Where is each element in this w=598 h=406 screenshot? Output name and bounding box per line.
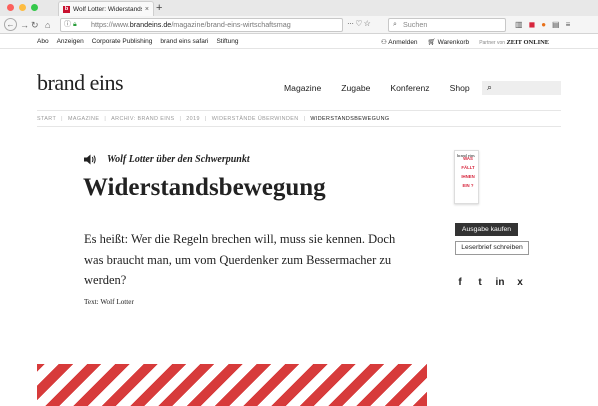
close-tab-icon[interactable]: ×: [145, 6, 149, 13]
article-lead: Es heißt: Wer die Regeln brechen will, m…: [84, 232, 396, 287]
home-icon[interactable]: ⌂: [45, 19, 50, 31]
nav-item-shop[interactable]: Shop: [450, 83, 470, 93]
breadcrumb-divider: [37, 126, 561, 127]
partner-link[interactable]: Partner von ZEIT ONLINE: [479, 39, 549, 46]
article-kicker: Wolf Lotter über den Schwerpunkt: [84, 154, 250, 165]
browser-toolbar: ← → ↻ ⌂ ⓘ 🔒︎ https://www.brandeins.de/ma…: [0, 16, 598, 34]
tab-title: Wolf Lotter: Widerstandsbewegu: [73, 5, 142, 13]
adblock-icon[interactable]: ●: [541, 19, 546, 31]
meta-account: ⚇ Anmelden 🛒︎ Warenkorb Partner von ZEIT…: [381, 38, 549, 47]
breadcrumb-year[interactable]: 2019: [186, 116, 200, 122]
info-icon[interactable]: ⓘ: [64, 19, 71, 31]
menu-icon[interactable]: ≡: [566, 19, 571, 31]
new-tab-button[interactable]: +: [156, 1, 162, 15]
site-logo[interactable]: brand eins: [37, 70, 124, 96]
partner-label: Partner von: [479, 39, 506, 46]
meta-link-anzeigen[interactable]: Anzeigen: [57, 38, 84, 45]
cart-link[interactable]: 🛒︎ Warenkorb: [428, 38, 470, 46]
reload-icon[interactable]: ↻: [31, 19, 39, 31]
login-link[interactable]: ⚇ Anmelden: [381, 38, 418, 46]
cart-label: Warenkorb: [437, 39, 470, 46]
site-meta-bar: Abo Anzeigen Corporate Publishing brand …: [0, 35, 598, 49]
breadcrumb-current: WIDERSTANDSBEWEGUNG: [310, 116, 390, 122]
xing-icon[interactable]: x: [515, 277, 525, 289]
library-icon[interactable]: ▥: [515, 19, 523, 31]
browser-tab[interactable]: b Wolf Lotter: Widerstandsbewegu ×: [58, 1, 154, 16]
breadcrumb-magazine[interactable]: MAGAZINE: [68, 116, 99, 122]
login-label: Anmelden: [388, 39, 418, 46]
speaker-icon[interactable]: [84, 154, 97, 165]
kicker-text: Wolf Lotter über den Schwerpunkt: [107, 154, 250, 165]
header-divider: [37, 110, 561, 111]
favicon-icon: b: [63, 5, 70, 13]
nav-item-magazine[interactable]: Magazine: [284, 83, 321, 93]
url-host: brandeins.de: [129, 20, 172, 29]
buy-issue-button[interactable]: Ausgabe kaufen: [455, 223, 518, 236]
cover-headline: WAS FÄLLT IHNEN EIN ?: [461, 156, 475, 188]
search-icon: ⌕: [393, 21, 397, 28]
nav-item-zugabe[interactable]: Zugabe: [341, 83, 370, 93]
decorative-stripes: [37, 364, 427, 406]
letter-to-editor-button[interactable]: Leserbrief schreiben: [455, 241, 529, 255]
facebook-icon[interactable]: f: [455, 277, 465, 289]
linkedin-icon[interactable]: in: [495, 277, 505, 289]
url-prefix: https://www.: [91, 20, 130, 29]
extension-icon[interactable]: ◼: [529, 19, 536, 31]
breadcrumb: START | MAGAZINE | ARCHIV: BRAND EINS | 201…: [37, 116, 390, 122]
forward-icon[interactable]: →: [20, 19, 29, 31]
minimize-window-button[interactable]: [19, 4, 26, 11]
issue-cover[interactable]: brand eins WAS FÄLLT IHNEN EIN ?: [454, 150, 479, 204]
article-author: Text: Wolf Lotter: [84, 298, 134, 306]
cart-icon: 🛒︎: [427, 39, 438, 46]
main-nav: Magazine Zugabe Konferenz Shop: [284, 83, 470, 93]
meta-link-corporate[interactable]: Corporate Publishing: [92, 38, 153, 45]
meta-link-abo[interactable]: Abo: [37, 38, 49, 45]
twitter-icon[interactable]: t: [475, 277, 485, 289]
meta-links: Abo Anzeigen Corporate Publishing brand …: [37, 38, 239, 45]
window-controls: [7, 4, 38, 11]
partner-name: ZEIT ONLINE: [506, 38, 550, 46]
address-bar[interactable]: ⓘ 🔒︎ https://www.brandeins.de/magazine/b…: [60, 18, 343, 32]
nav-item-konferenz[interactable]: Konferenz: [390, 83, 429, 93]
url-path: /magazine/brand-eins-wirtschaftsmag: [171, 20, 291, 29]
breadcrumb-archive[interactable]: ARCHIV: BRAND EINS: [111, 116, 174, 122]
meta-link-stiftung[interactable]: Stiftung: [216, 38, 238, 45]
search-placeholder: Suchen: [403, 20, 428, 29]
lock-icon[interactable]: 🔒︎: [73, 19, 77, 31]
browser-search-input[interactable]: ⌕ Suchen: [388, 18, 506, 32]
zoom-window-button[interactable]: [31, 4, 38, 11]
page-actions-icon[interactable]: ··· ♡ ☆: [347, 19, 371, 28]
browser-tab-bar: b Wolf Lotter: Widerstandsbewegu × +: [0, 0, 598, 16]
site-search-input[interactable]: ⌕: [482, 81, 561, 95]
search-icon[interactable]: ⌕: [487, 82, 492, 93]
meta-link-safari[interactable]: brand eins safari: [160, 38, 208, 45]
back-icon[interactable]: ←: [4, 18, 17, 31]
browser-tools: ▥ ◼ ● ▤ ≡: [515, 19, 570, 31]
sidebar-icon[interactable]: ▤: [552, 19, 560, 31]
breadcrumb-start[interactable]: START: [37, 116, 56, 122]
breadcrumb-issue[interactable]: WIDERSTÄNDE ÜBERWINDEN: [212, 116, 299, 122]
article-headline: Widerstandsbewegung: [83, 174, 326, 201]
share-bar: f t in x: [455, 277, 525, 289]
close-window-button[interactable]: [7, 4, 14, 11]
